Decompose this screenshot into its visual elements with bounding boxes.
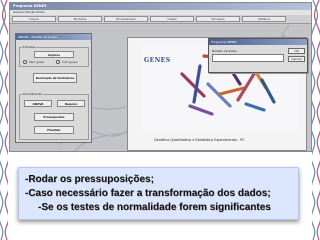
toolbar-button-arquivo[interactable]: Arquivo [12,16,56,22]
window-titlebar: Programa GENES [10,3,311,10]
splash-caption: Genética Quantitativa e Estatística Expe… [154,138,245,142]
bullet-callout-box: -Rodar os pressuposições; -Caso necessár… [18,167,299,220]
side-panel-title: ANOVA - Modelo de Grupo [16,34,91,40]
anova-side-panel: ANOVA - Modelo de Grupo Entradas Arquivo… [15,33,92,143]
pressupostos-button[interactable]: Pressupostos [34,113,74,121]
finalizar-button[interactable]: Finalizar [34,126,74,134]
group-procedimento-label: Procedimento [22,92,44,96]
radio-com-grupo-label: Com grupo [62,60,78,64]
radio-sem-grupo-label: Sem grupo [29,60,45,64]
bullet-rodar-pressuposicoes: -Rodar os pressuposições; [25,174,154,185]
group-entradas: Entradas Arquivo Sem grupo Com grupo [19,45,89,67]
group-entradas-label: Entradas [22,45,37,49]
dialog-title: Programa GENES [209,39,307,45]
arquivo-button[interactable]: Arquivo [34,51,74,58]
resumo-button[interactable]: Resumo [57,100,85,107]
radio-sem-grupo[interactable] [23,60,27,64]
toolbar-button-biometria[interactable]: Biometria [58,16,102,22]
toolbar-button-processamento[interactable]: Processamento [104,16,148,22]
anova-button[interactable]: ANOVA [24,100,52,107]
bullet-testes-normalidade: -Se os testes de normalidade forem signi… [38,202,271,213]
toolbar-button-simulacao[interactable]: Simulação [196,16,240,22]
genes-logo: GENES [144,57,171,64]
bullet-transformacao-dados: -Caso necessário fazer a transformação d… [25,188,271,199]
numero-dados-dialog: Programa GENES Número de dados OK Cancel [208,38,308,73]
cancel-button[interactable]: Cancel [288,56,305,62]
group-procedimento: Procedimento ANOVA Resumo Pressupostos F… [19,92,89,140]
dna-strand-right [312,0,320,240]
window-toolbar: Arquivo Biometria Processamento Análise … [10,15,311,24]
dna-strand-left [0,0,8,240]
numero-dados-input[interactable] [212,54,284,62]
toolbar-button-analise[interactable]: Análise [150,16,194,22]
dialog-label: Número de dados [212,49,237,53]
ok-button[interactable]: OK [288,48,305,54]
toolbar-button-utilitarios[interactable]: Utilitários [242,16,286,22]
radio-com-grupo[interactable] [56,60,60,64]
declaracao-parametros-button[interactable]: Declaração de Parâmetros [33,73,77,83]
